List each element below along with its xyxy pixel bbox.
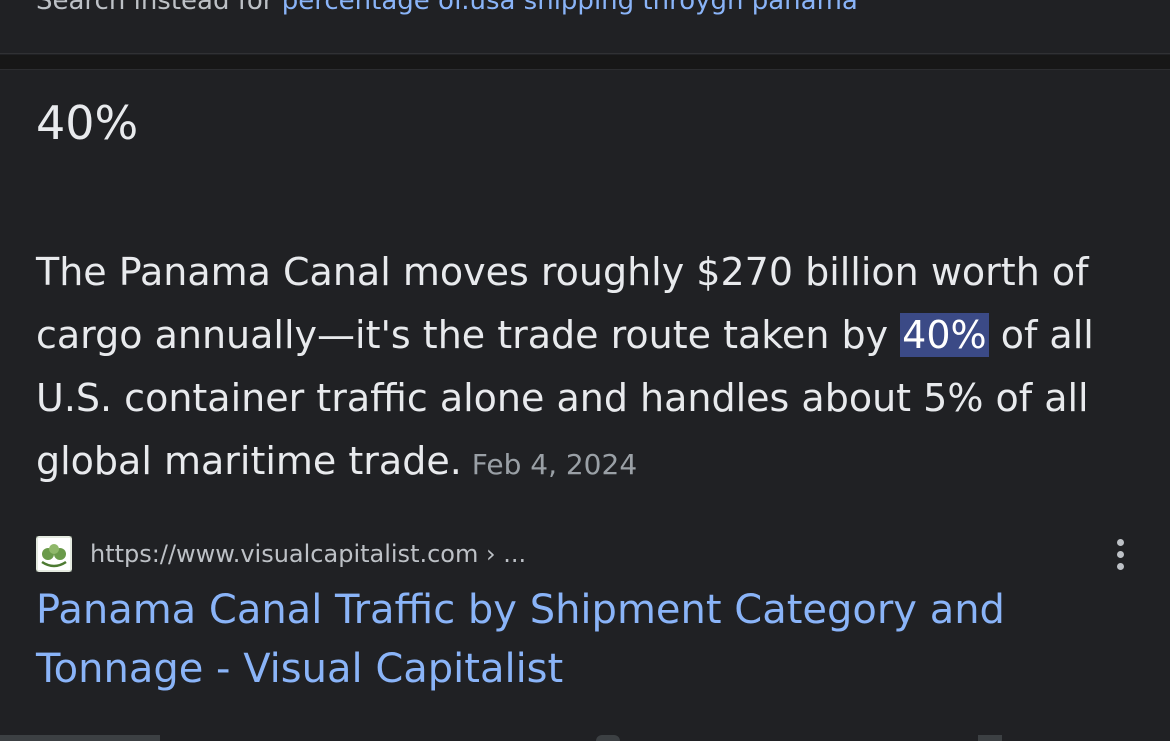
visual-capitalist-logo-icon [36, 536, 72, 572]
featured-answer: 40% [36, 96, 139, 150]
snippet-date: Feb 4, 2024 [471, 448, 638, 481]
search-instead-link[interactable]: percentage of.usa shipping throygh panam… [282, 0, 858, 16]
result-title-link[interactable]: Panama Canal Traffic by Shipment Categor… [36, 581, 1136, 699]
snippet-text: The Panama Canal moves roughly $270 bill… [36, 241, 1146, 496]
search-instead-prefix: Search instead for [36, 0, 282, 16]
search-instead-bar: Search instead for percentage of.usa shi… [0, 0, 1170, 54]
search-instead-text: Search instead for percentage of.usa shi… [36, 0, 858, 16]
snippet-highlight: 40% [900, 313, 989, 357]
next-section-peek [0, 735, 1170, 741]
source-url[interactable]: https://www.visualcapitalist.com › ... [90, 538, 526, 570]
peek-square [978, 735, 1002, 741]
source-row[interactable]: https://www.visualcapitalist.com › ... [36, 534, 1134, 574]
featured-snippet-card: 40% The Panama Canal moves roughly $270 … [0, 71, 1170, 741]
section-divider [0, 55, 1170, 70]
peek-bar [0, 735, 160, 741]
more-vert-icon[interactable] [1106, 534, 1134, 574]
peek-circle [596, 735, 620, 741]
